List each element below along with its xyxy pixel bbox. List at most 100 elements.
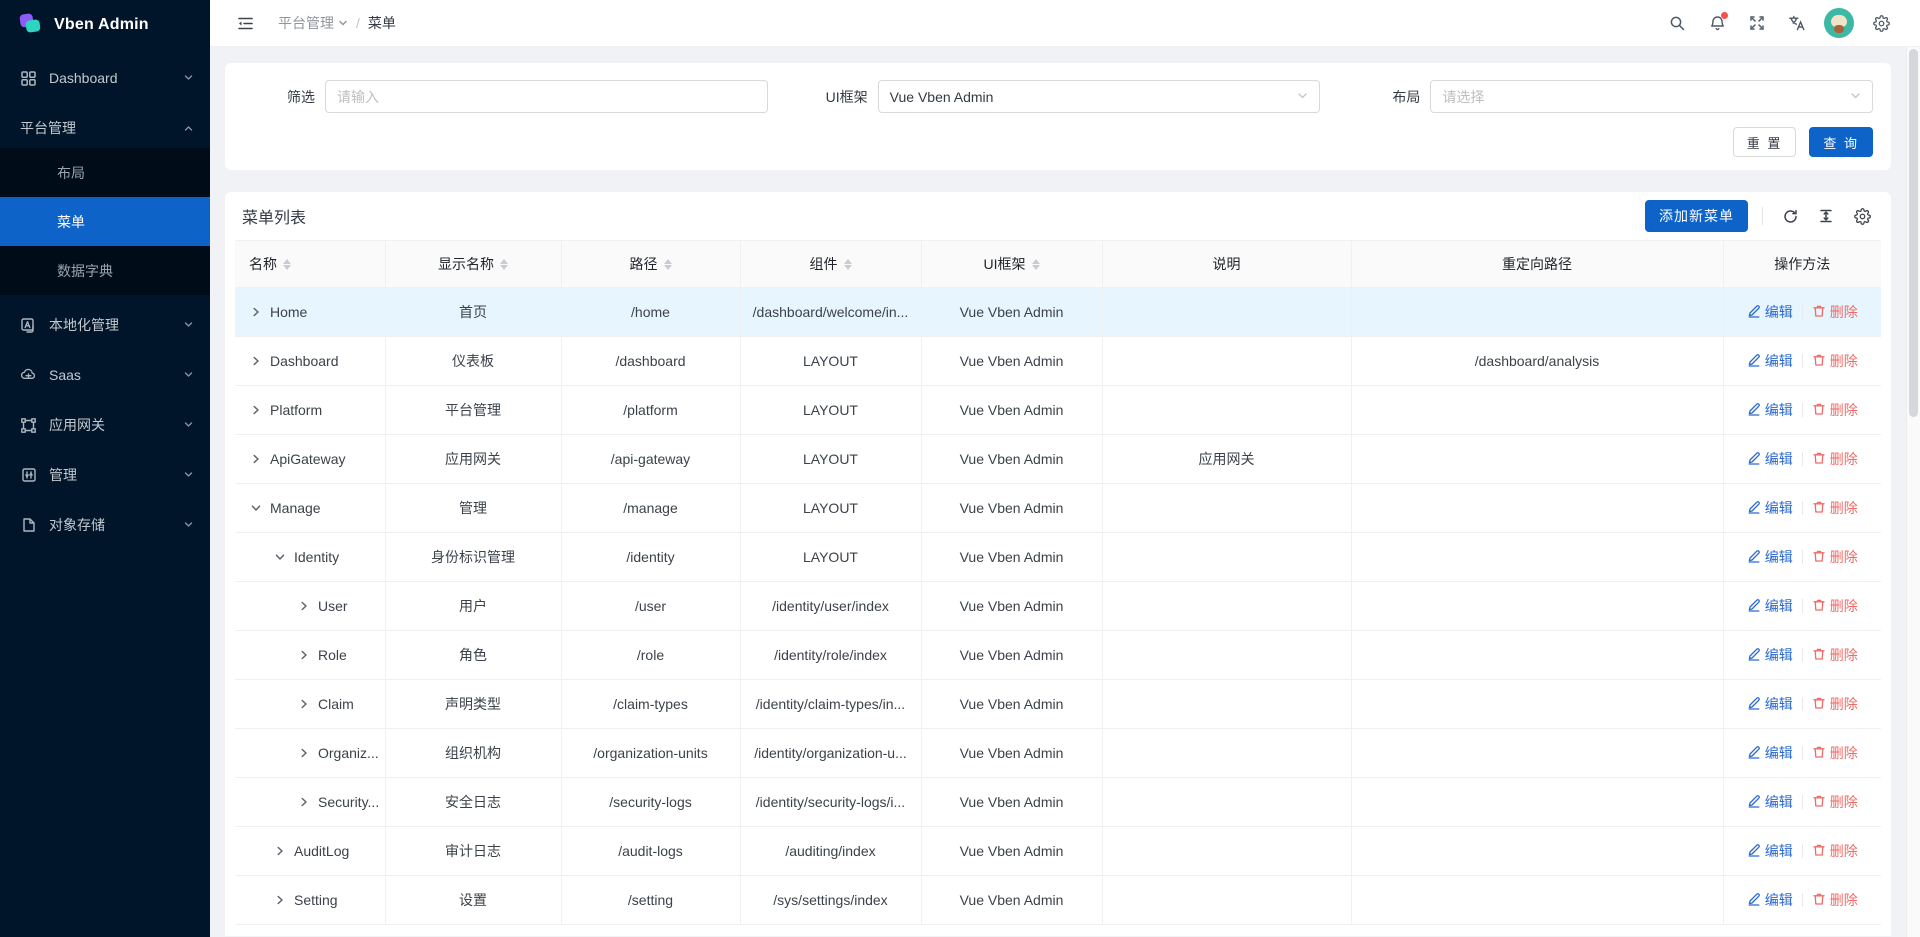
notification-bell-icon[interactable] [1700,6,1734,40]
delete-button[interactable]: 删除 [1812,498,1858,518]
expand-row-icon[interactable] [297,697,311,711]
edit-button[interactable]: 编辑 [1747,841,1793,861]
sort-icon[interactable] [500,259,508,270]
expand-row-icon[interactable] [297,599,311,613]
delete-button[interactable]: 删除 [1812,694,1858,714]
edit-button[interactable]: 编辑 [1747,498,1793,518]
edit-button[interactable]: 编辑 [1747,596,1793,616]
breadcrumb-group[interactable]: 平台管理 [278,13,348,33]
edit-pencil-icon [1747,892,1761,909]
edit-button[interactable]: 编辑 [1747,547,1793,567]
edit-button[interactable]: 编辑 [1747,890,1793,910]
edit-button[interactable]: 编辑 [1747,743,1793,763]
edit-pencil-icon [1747,304,1761,321]
add-menu-button[interactable]: 添加新菜单 [1645,200,1748,232]
cell-operations: 编辑删除 [1723,435,1881,484]
gateway-icon [20,417,37,434]
delete-button[interactable]: 删除 [1812,743,1858,763]
expand-row-icon[interactable] [297,795,311,809]
page-scrollbar[interactable] [1906,47,1920,937]
operations-divider [1802,844,1803,858]
delete-button[interactable]: 删除 [1812,547,1858,567]
sidebar-subitem-菜单[interactable]: 菜单 [0,197,210,246]
filter-keyword-input[interactable]: 请输入 [325,80,768,113]
expand-row-icon[interactable] [273,844,287,858]
column-header-UI框架[interactable]: UI框架 [921,241,1102,288]
column-settings-gear-icon[interactable] [1849,203,1875,229]
cell-operations: 编辑 删除 [1723,631,1881,680]
edit-button[interactable]: 编辑 [1747,645,1793,665]
ui-framework-select[interactable]: Vue Vben Admin [878,80,1321,113]
column-header-名称[interactable]: 名称 [235,241,385,288]
sort-icon[interactable] [1032,259,1040,270]
sidebar-item-应用网关[interactable]: 应用网关 [0,405,210,445]
refresh-icon[interactable] [1777,203,1803,229]
delete-button[interactable]: 删除 [1812,400,1858,420]
expand-row-icon[interactable] [273,893,287,907]
edit-button[interactable]: 编辑 [1747,792,1793,812]
expand-row-icon[interactable] [249,403,263,417]
layout-select[interactable]: 请选择 [1430,80,1873,113]
operations-divider [1802,305,1803,319]
expand-row-icon[interactable] [297,648,311,662]
collapse-sidebar-icon[interactable] [228,6,262,40]
settings-gear-icon[interactable] [1864,6,1898,40]
collapse-row-icon[interactable] [249,501,263,515]
column-header-重定向路径: 重定向路径 [1351,241,1723,288]
sidebar-item-管理[interactable]: 管理 [0,455,210,495]
edit-button[interactable]: 编辑 [1747,694,1793,714]
table-row: AuditLog审计日志/audit-logs/auditing/indexVu… [235,827,1881,876]
app-logo[interactable]: Vben Admin [0,0,210,50]
column-header-显示名称[interactable]: 显示名称 [385,241,561,288]
cell-ui-framework: Vue Vben Admin [921,778,1102,827]
sidebar-subitem-布局[interactable]: 布局 [0,148,210,197]
sort-icon[interactable] [664,259,672,270]
expand-row-icon[interactable] [249,452,263,466]
delete-button[interactable]: 删除 [1812,302,1858,322]
cell-description: 应用网关 [1102,435,1351,484]
edit-button[interactable]: 编辑 [1747,351,1793,371]
cell-ui-framework: Vue Vben Admin [921,631,1102,680]
search-button[interactable]: 查 询 [1809,127,1873,157]
sort-icon[interactable] [283,259,291,270]
operations-divider [1802,452,1803,466]
sidebar-item-平台管理[interactable]: 平台管理 [0,108,210,148]
delete-button[interactable]: 删除 [1812,890,1858,910]
sidebar-item-本地化管理[interactable]: 本地化管理 [0,305,210,345]
delete-button[interactable]: 删除 [1812,596,1858,616]
delete-button[interactable]: 删除 [1812,645,1858,665]
expand-row-icon[interactable] [297,746,311,760]
edit-button[interactable]: 编辑 [1747,449,1793,469]
menu-name: Role [318,647,347,663]
edit-pencil-icon [1747,451,1761,468]
table-title: 菜单列表 [242,204,306,228]
delete-button[interactable]: 删除 [1812,841,1858,861]
edit-button[interactable]: 编辑 [1747,302,1793,322]
avatar[interactable] [1824,8,1854,38]
delete-label: 删除 [1830,645,1858,665]
column-header-组件[interactable]: 组件 [740,241,921,288]
search-icon[interactable] [1660,6,1694,40]
delete-button[interactable]: 删除 [1812,449,1858,469]
sidebar-subitem-数据字典[interactable]: 数据字典 [0,246,210,295]
expand-row-icon[interactable] [249,305,263,319]
delete-button[interactable]: 删除 [1812,351,1858,371]
translate-icon[interactable] [1780,6,1814,40]
expand-row-icon[interactable] [249,354,263,368]
table-row: Home首页/home/dashboard/welcome/in...Vue V… [235,288,1881,337]
row-height-icon[interactable] [1813,203,1839,229]
sidebar-item-Saas[interactable]: Saas [0,355,210,395]
sidebar-item-label: 对象存储 [49,515,183,535]
fullscreen-icon[interactable] [1740,6,1774,40]
scrollbar-thumb[interactable] [1909,49,1918,417]
cell-display-name: 设置 [385,876,561,925]
cell-component: LAYOUT [740,386,921,435]
reset-button[interactable]: 重 置 [1733,127,1797,157]
delete-button[interactable]: 删除 [1812,792,1858,812]
column-header-路径[interactable]: 路径 [561,241,740,288]
sort-icon[interactable] [844,259,852,270]
collapse-row-icon[interactable] [273,550,287,564]
sidebar-item-Dashboard[interactable]: Dashboard [0,58,210,98]
sidebar-item-对象存储[interactable]: 对象存储 [0,505,210,545]
edit-button[interactable]: 编辑 [1747,400,1793,420]
